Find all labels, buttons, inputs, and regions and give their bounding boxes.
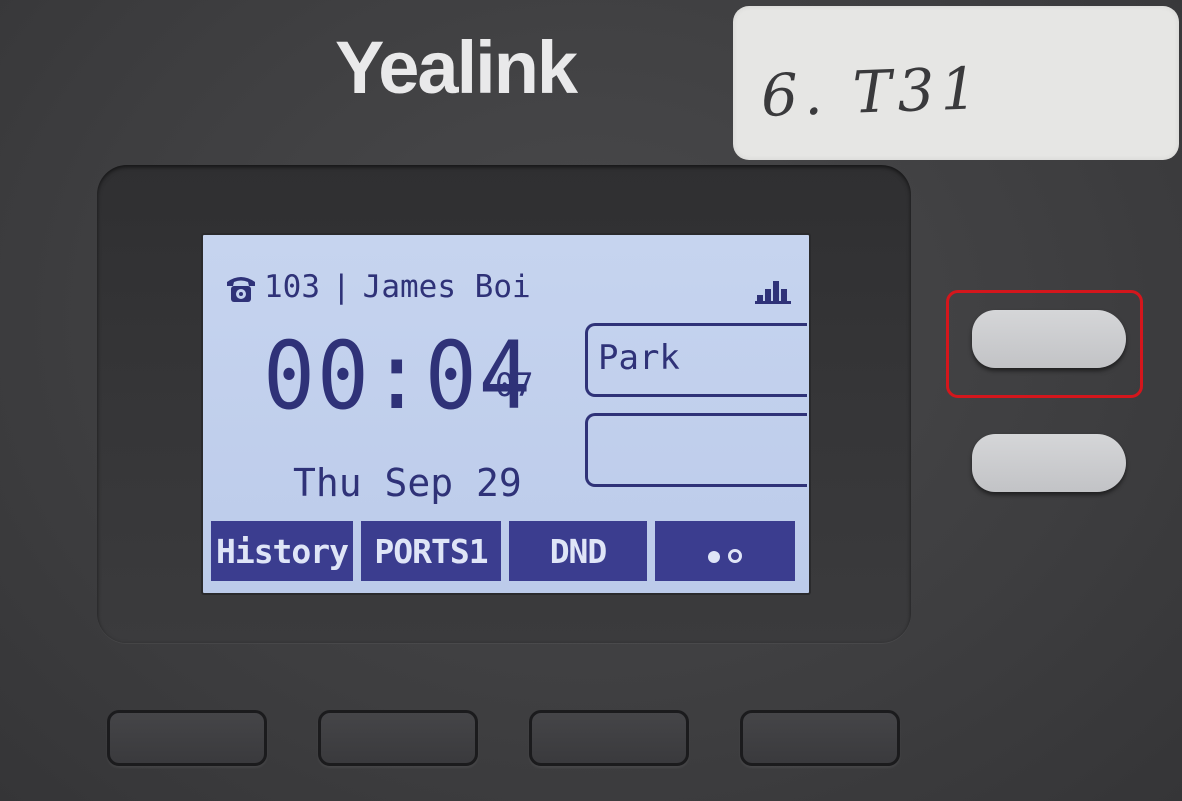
sticker-label: 6. T31 (759, 54, 985, 130)
softkey-bar: History PORTS1 DND (211, 521, 801, 581)
line-key-park[interactable]: Park (585, 323, 807, 397)
status-separator: | (332, 269, 351, 305)
call-timer-seconds: 07 (495, 366, 534, 404)
line-key-label: Park (598, 338, 680, 378)
call-timer: 00:04 (263, 322, 533, 431)
line-button-2[interactable] (972, 434, 1126, 492)
line-number: 103 (264, 269, 320, 305)
status-bar: 103 | James Boi (221, 267, 531, 307)
user-name: James Boi (362, 269, 531, 305)
lcd-screen: 103 | James Boi 00:04 07 Thu Sep 29 Park… (201, 233, 811, 595)
date-display: Thu Sep 29 (293, 461, 522, 505)
handwritten-sticker: 6. T31 (733, 6, 1179, 160)
softkey-dnd[interactable]: DND (509, 521, 647, 581)
softkey-button-3[interactable] (529, 710, 689, 766)
softkey-history[interactable]: History (211, 521, 353, 581)
signal-icon (753, 273, 793, 309)
phone-icon (221, 267, 261, 307)
softkey-button-2[interactable] (318, 710, 478, 766)
yealink-logo: Yealink (335, 26, 578, 109)
softkey-more[interactable] (655, 521, 795, 581)
softkey-button-4[interactable] (740, 710, 900, 766)
line-button-1[interactable] (972, 310, 1126, 368)
line-key-empty[interactable] (585, 413, 807, 487)
softkey-button-1[interactable] (107, 710, 267, 766)
more-dots-icon (704, 532, 746, 571)
softkey-ports1[interactable]: PORTS1 (361, 521, 501, 581)
